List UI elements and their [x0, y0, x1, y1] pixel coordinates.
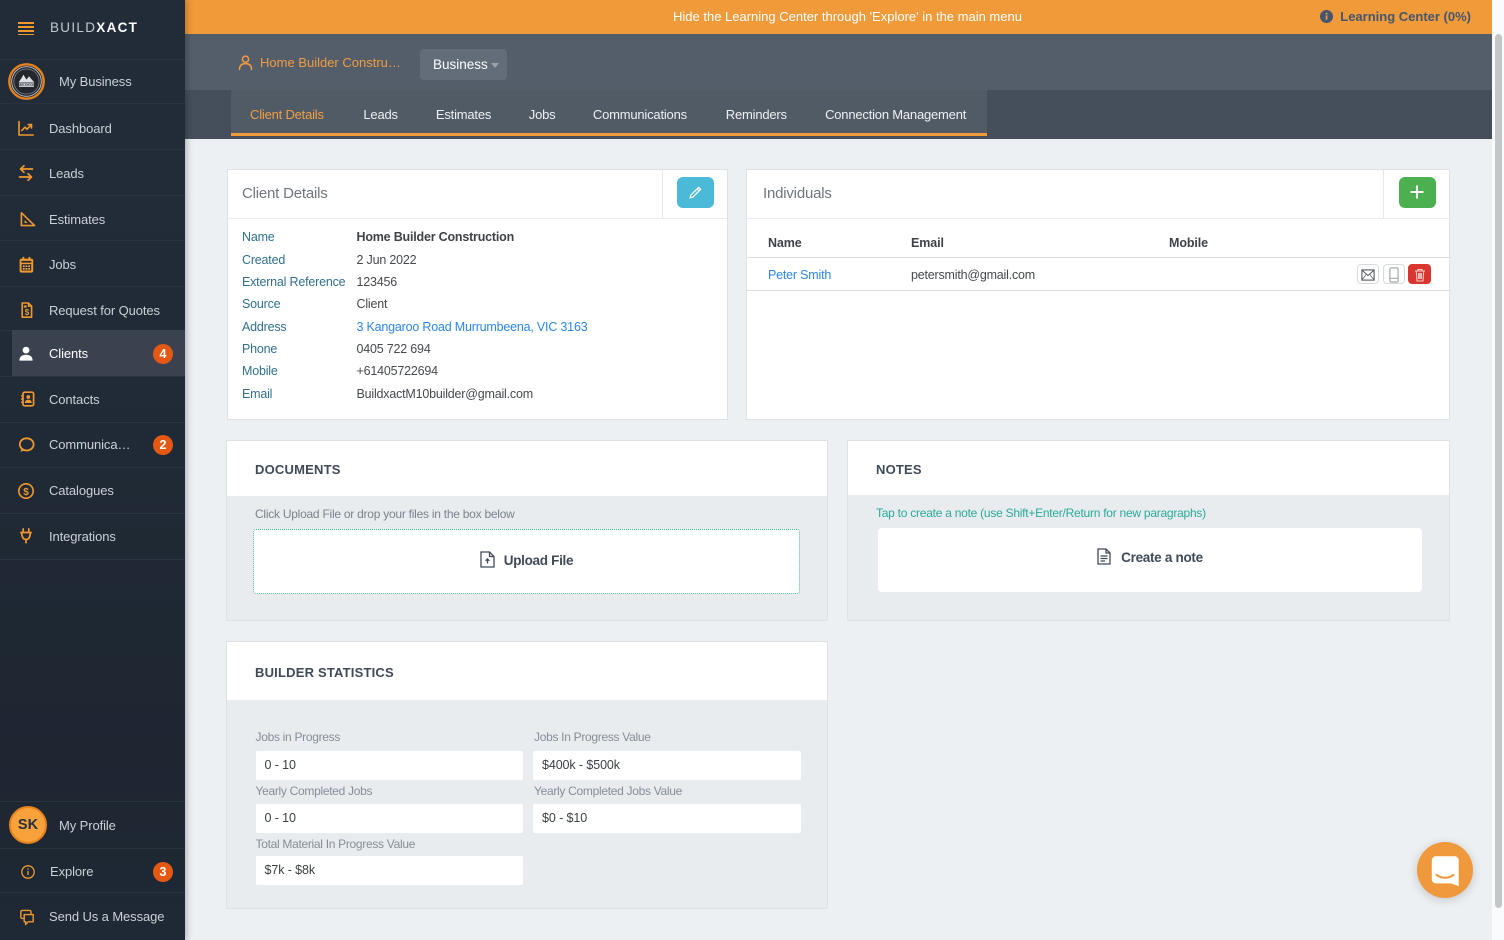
- svg-text:MOUNTAIN: MOUNTAIN: [19, 83, 35, 87]
- svg-text:$: $: [23, 486, 29, 497]
- svg-text:$: $: [25, 308, 30, 317]
